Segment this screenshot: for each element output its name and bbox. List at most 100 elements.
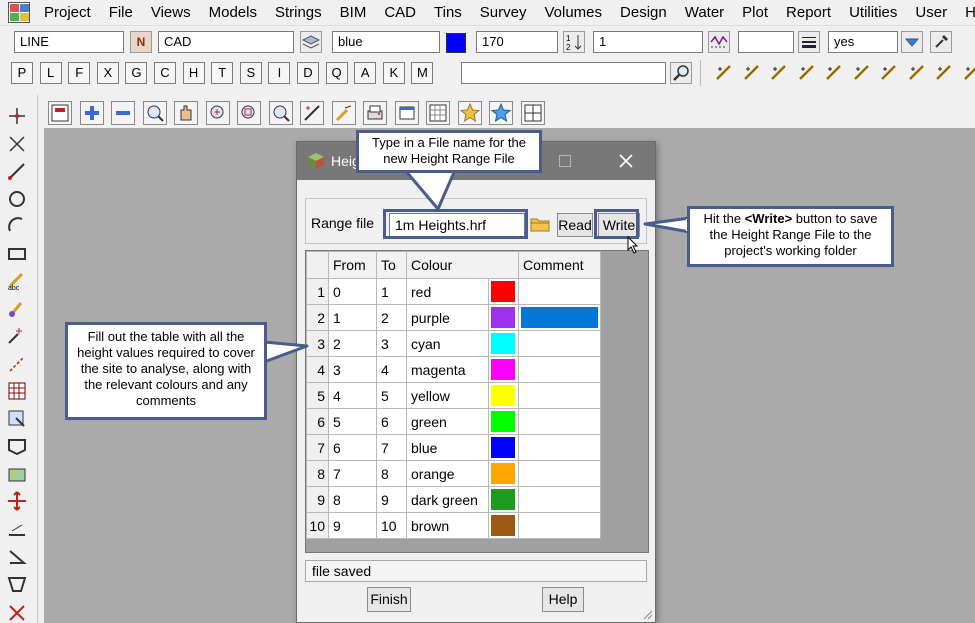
menu-item-water[interactable]: Water: [685, 4, 724, 21]
to-cell[interactable]: 8: [376, 460, 407, 487]
comment-cell[interactable]: [518, 512, 601, 539]
linestyle-icon[interactable]: [708, 31, 730, 53]
pan-icon[interactable]: [174, 101, 198, 125]
menu-item-bim[interactable]: BIM: [340, 4, 367, 21]
favourite-icon[interactable]: [457, 101, 482, 125]
to-cell[interactable]: 2: [376, 304, 407, 331]
colour-name-cell[interactable]: yellow: [406, 382, 489, 409]
cross-icon[interactable]: [907, 63, 927, 83]
level-icon[interactable]: [6, 518, 28, 540]
protractor-icon[interactable]: [879, 63, 899, 83]
letter-button-x[interactable]: X: [96, 62, 119, 84]
from-cell[interactable]: 7: [328, 460, 377, 487]
colour-swatch[interactable]: [446, 33, 466, 53]
print-icon[interactable]: [363, 101, 387, 125]
colour-swatch-cell[interactable]: [488, 512, 519, 539]
colour-swatch-cell[interactable]: [488, 278, 519, 305]
menu-item-cad[interactable]: CAD: [384, 4, 416, 21]
colour-name-cell[interactable]: blue: [406, 434, 489, 461]
comment-cell[interactable]: [518, 460, 601, 487]
measure-view-icon[interactable]: [300, 101, 324, 125]
letter-button-d[interactable]: D: [297, 62, 319, 84]
menu-item-file[interactable]: File: [109, 4, 133, 21]
point-icon[interactable]: [6, 105, 28, 127]
comment-selection[interactable]: [521, 307, 598, 328]
colour-swatch-cell[interactable]: [488, 486, 519, 513]
menu-item-models[interactable]: Models: [209, 4, 257, 21]
from-cell[interactable]: 9: [328, 512, 377, 539]
delete-icon[interactable]: [6, 600, 28, 622]
rectangle-icon[interactable]: [6, 243, 28, 265]
menu-item-tins[interactable]: Tins: [434, 4, 462, 21]
menu-item-he[interactable]: He: [965, 4, 975, 21]
sort-numeric-icon[interactable]: 12: [563, 31, 585, 53]
circle-icon[interactable]: [6, 188, 28, 210]
menu-item-strings[interactable]: Strings: [275, 4, 322, 21]
window-icon[interactable]: [394, 101, 419, 125]
string-edit-icon[interactable]: [797, 63, 817, 83]
letter-button-s[interactable]: S: [239, 62, 262, 84]
save-view-icon[interactable]: [48, 101, 72, 125]
comment-cell[interactable]: [518, 278, 601, 305]
letter-button-f[interactable]: F: [68, 62, 91, 84]
angle-icon[interactable]: [6, 545, 28, 567]
letter-button-h[interactable]: H: [182, 62, 205, 84]
from-cell[interactable]: 3: [328, 356, 377, 383]
zoom-plus-icon[interactable]: [205, 101, 230, 125]
comment-cell[interactable]: [518, 382, 601, 409]
to-cell[interactable]: 4: [376, 356, 407, 383]
line-weight-icon[interactable]: [798, 31, 820, 53]
folder-icon[interactable]: [529, 213, 551, 235]
height-icon[interactable]: [824, 63, 844, 83]
colour-swatch[interactable]: [491, 463, 515, 484]
menu-item-project[interactable]: Project: [44, 4, 91, 21]
comment-cell[interactable]: [518, 304, 601, 331]
letter-button-g[interactable]: G: [125, 62, 148, 84]
dropdown-arrow-icon[interactable]: [901, 31, 923, 53]
3d-icon[interactable]: [934, 63, 954, 83]
finish-button[interactable]: Finish: [367, 587, 411, 612]
to-cell[interactable]: 5: [376, 382, 407, 409]
dimension-icon[interactable]: [6, 353, 28, 375]
pick-icon[interactable]: [331, 101, 356, 125]
from-cell[interactable]: 1: [328, 304, 377, 331]
table-icon[interactable]: [6, 380, 28, 402]
comment-cell[interactable]: [518, 356, 601, 383]
letter-button-c[interactable]: C: [154, 62, 176, 84]
colour-swatch[interactable]: [491, 333, 515, 354]
cross-icon[interactable]: [6, 133, 28, 155]
from-cell[interactable]: 2: [328, 330, 377, 357]
colour-swatch-cell[interactable]: [488, 382, 519, 409]
colour-swatch[interactable]: [491, 411, 515, 432]
to-cell[interactable]: 6: [376, 408, 407, 435]
colour-swatch[interactable]: [491, 359, 515, 380]
grid-icon[interactable]: [426, 101, 450, 125]
add-icon[interactable]: [79, 101, 104, 125]
colour-swatch-cell[interactable]: [488, 304, 519, 331]
letter-button-m[interactable]: M: [411, 62, 434, 84]
model-field[interactable]: CAD: [158, 31, 294, 53]
percent-icon[interactable]: [769, 63, 789, 83]
column-header-to[interactable]: To: [376, 251, 407, 279]
comment-cell[interactable]: [518, 408, 601, 435]
eyedropper-icon[interactable]: [930, 31, 952, 53]
layout-icon[interactable]: [520, 101, 545, 125]
to-cell[interactable]: 7: [376, 434, 407, 461]
colour-swatch-cell[interactable]: [488, 356, 519, 383]
line-style-field[interactable]: 1: [593, 31, 703, 53]
comment-cell[interactable]: [518, 434, 601, 461]
menu-item-user[interactable]: User: [915, 4, 947, 21]
shape-icon[interactable]: [6, 435, 28, 457]
dz-icon[interactable]: [962, 63, 975, 83]
maximize-icon[interactable]: [559, 155, 571, 167]
colour-swatch-cell[interactable]: [488, 434, 519, 461]
from-cell[interactable]: 8: [328, 486, 377, 513]
colour-swatch[interactable]: [491, 515, 515, 536]
comment-cell[interactable]: [518, 330, 601, 357]
comment-cell[interactable]: [518, 486, 601, 513]
colour-name-cell[interactable]: dark green: [406, 486, 489, 513]
colour-name-cell[interactable]: green: [406, 408, 489, 435]
menu-item-report[interactable]: Report: [786, 4, 831, 21]
text-icon[interactable]: abc: [6, 270, 28, 292]
letter-button-i[interactable]: I: [268, 62, 291, 84]
